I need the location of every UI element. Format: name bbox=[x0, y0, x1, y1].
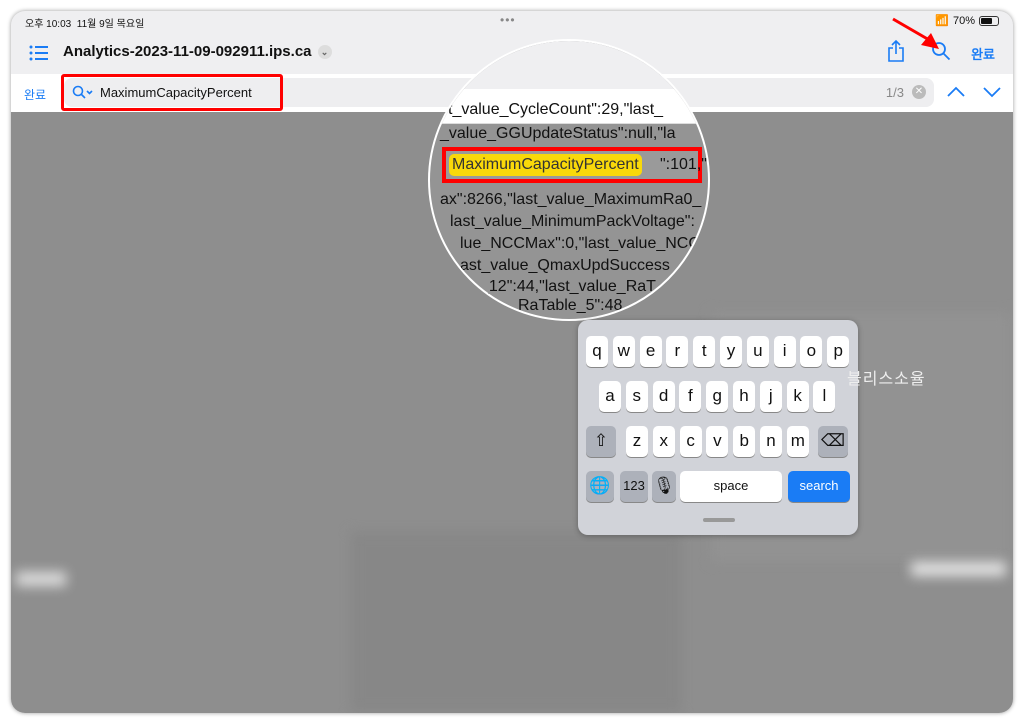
delete-key[interactable]: ⌫ bbox=[818, 426, 848, 457]
time: 오후 10:03 bbox=[25, 19, 72, 30]
key-n[interactable]: n bbox=[760, 426, 782, 457]
key-h[interactable]: h bbox=[733, 381, 755, 412]
space-key[interactable]: space bbox=[680, 471, 782, 502]
chevron-down-icon[interactable] bbox=[983, 86, 1001, 98]
mag-line: st_value_CycleCount":29,"last_ bbox=[440, 101, 664, 118]
mag-line: _value_GGUpdateStatus":null,"la bbox=[440, 125, 676, 142]
key-k[interactable]: k bbox=[786, 381, 809, 412]
key-z[interactable]: z bbox=[626, 426, 648, 457]
mag-line: RaTable_5":48 bbox=[518, 297, 623, 314]
chevron-down-icon[interactable]: ⌄ bbox=[317, 45, 332, 59]
key-r[interactable]: r bbox=[666, 336, 689, 367]
key-p[interactable]: p bbox=[827, 336, 850, 367]
key-y[interactable]: y bbox=[720, 336, 742, 367]
search-highlight-annotation bbox=[61, 74, 283, 111]
key-o[interactable]: o bbox=[800, 336, 823, 367]
mag-line: ":101," bbox=[660, 156, 707, 173]
multitasking-dots[interactable]: ••• bbox=[500, 13, 516, 27]
status-bar-left: 오후 10:03 11월 9일 목요일 bbox=[25, 15, 144, 30]
mag-line: last_value_MinimumPackVoltage": bbox=[450, 213, 695, 230]
key-q[interactable]: q bbox=[586, 336, 608, 367]
key-a[interactable]: a bbox=[599, 381, 621, 412]
watermark: 블리스소율 bbox=[847, 371, 926, 388]
keyboard: q w e r t y u i o p a s d f g h j k l ⇧ z x c v b n m ⌫ 🌐 123 🎙 space se… bbox=[578, 320, 858, 535]
key-d[interactable]: d bbox=[652, 381, 675, 412]
date: 11월 9일 목요일 bbox=[76, 19, 145, 30]
key-m[interactable]: m bbox=[786, 426, 809, 457]
globe-key[interactable]: 🌐 bbox=[586, 471, 614, 502]
title-text: Analytics-2023-11-09-092911.ips.ca bbox=[63, 43, 312, 60]
shift-key[interactable]: ⇧ bbox=[586, 426, 616, 457]
key-c[interactable]: c bbox=[679, 426, 702, 457]
clear-icon[interactable]: ✕ bbox=[912, 85, 926, 99]
battery-icon bbox=[979, 15, 999, 26]
list-icon[interactable] bbox=[29, 45, 49, 61]
mag-line: ax":8266,"last_value_MaximumRa0_ bbox=[440, 191, 702, 208]
key-u[interactable]: u bbox=[746, 336, 769, 367]
red-arrow-annotation bbox=[892, 17, 939, 49]
battery-percent: 70% bbox=[952, 14, 975, 27]
key-t[interactable]: t bbox=[693, 336, 716, 367]
highlighted-match: MaximumCapacityPercent bbox=[449, 154, 642, 176]
key-x[interactable]: x bbox=[652, 426, 675, 457]
mag-line: ast_value_QmaxUpdSuccess bbox=[460, 257, 670, 274]
magnifier-loupe: st_value_CycleCount":29,"last_ _value_GG… bbox=[428, 39, 710, 321]
ipad-screen: 오후 10:03 11월 9일 목요일 ••• 📶 70% Analytics-… bbox=[11, 11, 1013, 713]
key-l[interactable]: l bbox=[813, 381, 836, 412]
chevron-up-icon[interactable] bbox=[947, 86, 965, 98]
mag-line: _12":44,"last_value_RaT bbox=[480, 278, 656, 295]
mag-line: lue_NCCMax":0,"last_value_NCC bbox=[460, 235, 700, 252]
key-i[interactable]: i bbox=[773, 336, 796, 367]
key-v[interactable]: v bbox=[706, 426, 729, 457]
key-e[interactable]: e bbox=[639, 336, 662, 367]
match-count: 1/3 bbox=[885, 85, 904, 100]
keyboard-handle[interactable] bbox=[703, 518, 735, 522]
key-b[interactable]: b bbox=[733, 426, 756, 457]
key-w[interactable]: w bbox=[612, 336, 635, 367]
find-done-button[interactable]: 완료 bbox=[24, 86, 46, 103]
key-s[interactable]: s bbox=[625, 381, 648, 412]
document-title[interactable]: Analytics-2023-11-09-092911.ips.ca ⌄ bbox=[63, 43, 332, 60]
key-f[interactable]: f bbox=[679, 381, 702, 412]
numbers-key[interactable]: 123 bbox=[620, 471, 648, 502]
search-match-highlight: MaximumCapacityPercent ":101," bbox=[442, 147, 707, 183]
search-key[interactable]: search bbox=[788, 471, 850, 502]
done-button[interactable]: 완료 bbox=[971, 44, 995, 63]
key-j[interactable]: j bbox=[759, 381, 782, 412]
key-g[interactable]: g bbox=[706, 381, 729, 412]
microphone-key[interactable]: 🎙 bbox=[652, 471, 676, 502]
